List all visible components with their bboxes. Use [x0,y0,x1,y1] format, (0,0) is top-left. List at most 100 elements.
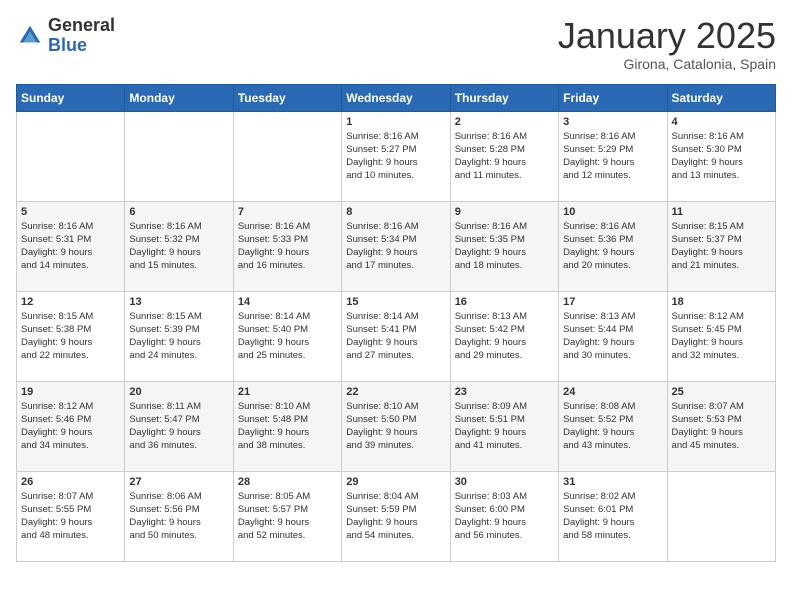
weekday-header-thursday: Thursday [450,84,558,111]
day-number: 3 [563,116,662,128]
calendar-cell [17,111,125,201]
calendar-cell: 21Sunrise: 8:10 AM Sunset: 5:48 PM Dayli… [233,381,341,471]
calendar-cell: 20Sunrise: 8:11 AM Sunset: 5:47 PM Dayli… [125,381,233,471]
calendar-cell: 14Sunrise: 8:14 AM Sunset: 5:40 PM Dayli… [233,291,341,381]
day-info: Sunrise: 8:16 AM Sunset: 5:30 PM Dayligh… [672,130,771,183]
day-number: 15 [346,296,445,308]
day-info: Sunrise: 8:04 AM Sunset: 5:59 PM Dayligh… [346,490,445,543]
calendar-cell: 8 Sunrise: 8:16 AM Sunset: 5:34 PM Daylig… [342,201,450,291]
calendar-cell: 29 Sunrise: 8:04 AM Sunset: 5:59 PM Dayli… [342,471,450,561]
logo-blue-text: Blue [48,36,115,56]
calendar-cell: 15Sunrise: 8:14 AM Sunset: 5:41 PM Dayli… [342,291,450,381]
logo-general-text: General [48,16,115,36]
day-info: Sunrise: 8:02 AM Sunset: 6:01 PM Dayligh… [563,490,662,543]
day-number: 25 [672,386,771,398]
location-text: Girona, Catalonia, Spain [558,56,776,72]
calendar-cell: 24 Sunrise: 8:08 AM Sunset: 5:52 PM Dayli… [559,381,667,471]
month-title: January 2025 [558,16,776,56]
day-info: Sunrise: 8:13 AM Sunset: 5:44 PM Dayligh… [563,310,662,363]
calendar-cell: 10 Sunrise: 8:16 AM Sunset: 5:36 PM Dayli… [559,201,667,291]
calendar-cell: 5 Sunrise: 8:16 AM Sunset: 5:31 PM Daylig… [17,201,125,291]
calendar-cell [125,111,233,201]
day-number: 18 [672,296,771,308]
day-number: 5 [21,206,120,218]
day-info: Sunrise: 8:16 AM Sunset: 5:31 PM Dayligh… [21,220,120,273]
day-info: Sunrise: 8:15 AM Sunset: 5:38 PM Dayligh… [21,310,120,363]
calendar-cell: 19 Sunrise: 8:12 AM Sunset: 5:46 PM Dayli… [17,381,125,471]
day-number: 31 [563,476,662,488]
calendar-cell: 4 Sunrise: 8:16 AM Sunset: 5:30 PM Daylig… [667,111,775,201]
calendar-cell: 27 Sunrise: 8:06 AM Sunset: 5:56 PM Dayli… [125,471,233,561]
day-number: 4 [672,116,771,128]
day-info: Sunrise: 8:14 AM Sunset: 5:40 PM Dayligh… [238,310,337,363]
calendar-cell: 18 Sunrise: 8:12 AM Sunset: 5:45 PM Dayli… [667,291,775,381]
day-number: 23 [455,386,554,398]
weekday-header-friday: Friday [559,84,667,111]
calendar-cell: 28Sunrise: 8:05 AM Sunset: 5:57 PM Dayli… [233,471,341,561]
day-info: Sunrise: 8:16 AM Sunset: 5:29 PM Dayligh… [563,130,662,183]
calendar-cell: 25 Sunrise: 8:07 AM Sunset: 5:53 PM Dayli… [667,381,775,471]
calendar-cell: 30 Sunrise: 8:03 AM Sunset: 6:00 PM Dayli… [450,471,558,561]
logo: General Blue [16,16,115,56]
day-info: Sunrise: 8:05 AM Sunset: 5:57 PM Dayligh… [238,490,337,543]
calendar-week-row: 5 Sunrise: 8:16 AM Sunset: 5:31 PM Daylig… [17,201,776,291]
day-number: 8 [346,206,445,218]
day-number: 19 [21,386,120,398]
day-info: Sunrise: 8:15 AM Sunset: 5:39 PM Dayligh… [129,310,228,363]
day-info: Sunrise: 8:08 AM Sunset: 5:52 PM Dayligh… [563,400,662,453]
calendar-cell: 11 Sunrise: 8:15 AM Sunset: 5:37 PM Dayli… [667,201,775,291]
day-info: Sunrise: 8:03 AM Sunset: 6:00 PM Dayligh… [455,490,554,543]
day-number: 13 [129,296,228,308]
logo-text: General Blue [48,16,115,56]
calendar-cell [233,111,341,201]
day-info: Sunrise: 8:16 AM Sunset: 5:36 PM Dayligh… [563,220,662,273]
calendar-cell: 7 Sunrise: 8:16 AM Sunset: 5:33 PM Daylig… [233,201,341,291]
calendar-week-row: 19 Sunrise: 8:12 AM Sunset: 5:46 PM Dayli… [17,381,776,471]
calendar-table: SundayMondayTuesdayWednesdayThursdayFrid… [16,84,776,562]
day-number: 29 [346,476,445,488]
day-number: 2 [455,116,554,128]
weekday-header-tuesday: Tuesday [233,84,341,111]
calendar-cell: 2 Sunrise: 8:16 AM Sunset: 5:28 PM Daylig… [450,111,558,201]
calendar-cell [667,471,775,561]
calendar-cell: 1 Sunrise: 8:16 AM Sunset: 5:27 PM Daylig… [342,111,450,201]
day-info: Sunrise: 8:16 AM Sunset: 5:32 PM Dayligh… [129,220,228,273]
weekday-header-monday: Monday [125,84,233,111]
day-number: 10 [563,206,662,218]
weekday-header-sunday: Sunday [17,84,125,111]
day-info: Sunrise: 8:16 AM Sunset: 5:27 PM Dayligh… [346,130,445,183]
day-number: 21 [238,386,337,398]
day-info: Sunrise: 8:13 AM Sunset: 5:42 PM Dayligh… [455,310,554,363]
day-number: 11 [672,206,771,218]
calendar-cell: 13 Sunrise: 8:15 AM Sunset: 5:39 PM Dayli… [125,291,233,381]
day-number: 7 [238,206,337,218]
day-number: 1 [346,116,445,128]
page-header: General Blue January 2025 Girona, Catalo… [16,16,776,72]
day-info: Sunrise: 8:16 AM Sunset: 5:33 PM Dayligh… [238,220,337,273]
day-info: Sunrise: 8:15 AM Sunset: 5:37 PM Dayligh… [672,220,771,273]
calendar-cell: 22Sunrise: 8:10 AM Sunset: 5:50 PM Dayli… [342,381,450,471]
day-info: Sunrise: 8:16 AM Sunset: 5:35 PM Dayligh… [455,220,554,273]
day-info: Sunrise: 8:09 AM Sunset: 5:51 PM Dayligh… [455,400,554,453]
day-info: Sunrise: 8:16 AM Sunset: 5:34 PM Dayligh… [346,220,445,273]
day-info: Sunrise: 8:16 AM Sunset: 5:28 PM Dayligh… [455,130,554,183]
day-number: 30 [455,476,554,488]
day-info: Sunrise: 8:12 AM Sunset: 5:46 PM Dayligh… [21,400,120,453]
day-info: Sunrise: 8:07 AM Sunset: 5:55 PM Dayligh… [21,490,120,543]
calendar-cell: 9 Sunrise: 8:16 AM Sunset: 5:35 PM Daylig… [450,201,558,291]
day-number: 24 [563,386,662,398]
calendar-cell: 12 Sunrise: 8:15 AM Sunset: 5:38 PM Dayli… [17,291,125,381]
day-info: Sunrise: 8:06 AM Sunset: 5:56 PM Dayligh… [129,490,228,543]
calendar-week-row: 12 Sunrise: 8:15 AM Sunset: 5:38 PM Dayli… [17,291,776,381]
day-info: Sunrise: 8:10 AM Sunset: 5:50 PM Dayligh… [346,400,445,453]
day-info: Sunrise: 8:12 AM Sunset: 5:45 PM Dayligh… [672,310,771,363]
day-number: 27 [129,476,228,488]
day-info: Sunrise: 8:07 AM Sunset: 5:53 PM Dayligh… [672,400,771,453]
calendar-cell: 23 Sunrise: 8:09 AM Sunset: 5:51 PM Dayli… [450,381,558,471]
day-number: 12 [21,296,120,308]
weekday-header-row: SundayMondayTuesdayWednesdayThursdayFrid… [17,84,776,111]
calendar-cell: 6Sunrise: 8:16 AM Sunset: 5:32 PM Daylig… [125,201,233,291]
calendar-week-row: 1 Sunrise: 8:16 AM Sunset: 5:27 PM Daylig… [17,111,776,201]
day-number: 9 [455,206,554,218]
day-number: 16 [455,296,554,308]
